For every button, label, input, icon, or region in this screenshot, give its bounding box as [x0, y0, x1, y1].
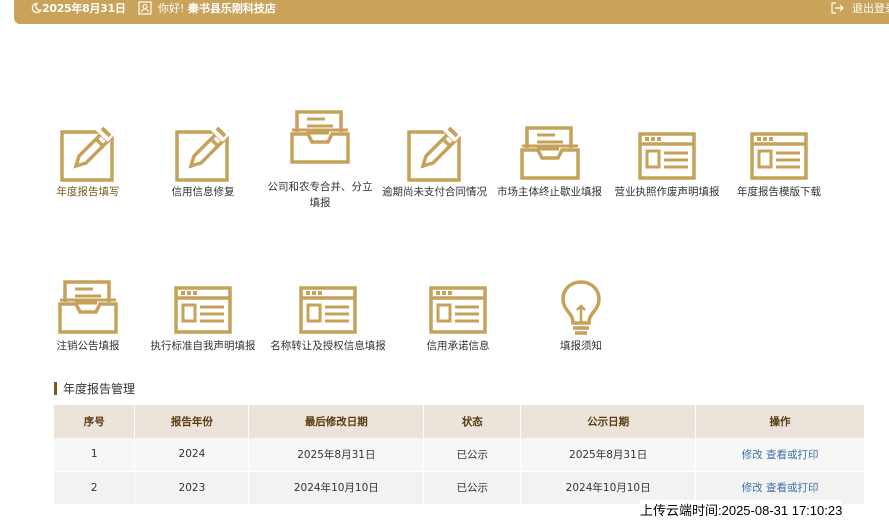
cell-actions: 修改 查看或打印 — [695, 438, 865, 472]
user-card-icon — [138, 1, 152, 15]
cell-no: 1 — [54, 438, 136, 472]
tile-annual-report[interactable]: 年度报告填写 — [38, 122, 138, 200]
tile-credit-repair[interactable]: 信用信息修复 — [153, 122, 253, 200]
tile-label: 年度报告模版下载 — [737, 186, 821, 198]
section-title-bar — [54, 382, 57, 395]
tile-label: 填报须知 — [560, 340, 602, 352]
form-window-icon — [750, 132, 808, 180]
edit-icon — [406, 122, 463, 182]
tile-label: 公司和农专合并、分立 — [267, 181, 373, 193]
logout-label: 退出登录 — [852, 2, 889, 15]
tile-label: 年度报告填写 — [56, 186, 120, 198]
cell-published: 2025年8月31日 — [520, 438, 697, 472]
col-header-published: 公示日期 — [520, 405, 697, 438]
inbox-icon — [58, 280, 118, 334]
cell-year: 2024 — [134, 438, 250, 472]
tile-cancellation-notice[interactable]: 注销公告填报 — [38, 276, 138, 354]
tile-label: 信用信息修复 — [171, 186, 235, 198]
edit-icon — [60, 122, 116, 182]
cell-status: 已公示 — [423, 438, 522, 472]
page: 2025年8月31日 你好! 秦书县乐刚科技店 退出登录 年度报告填写 信用信息… — [0, 0, 889, 521]
tile-label: 执行标准自我声明填报 — [150, 340, 256, 352]
upload-timestamp-overlay: 上传云端时间:2025-08-31 17:10:23 — [640, 500, 843, 519]
header-bar: 2025年8月31日 你好! 秦书县乐刚科技店 退出登录 — [14, 0, 889, 24]
tile-label: 营业执照作废声明填报 — [614, 186, 720, 198]
col-header-status: 状态 — [423, 405, 522, 438]
cell-modified: 2024年10月10日 — [248, 471, 425, 505]
tile-credit-commitment[interactable]: 信用承诺信息 — [408, 276, 508, 354]
cell-status: 已公示 — [423, 471, 522, 505]
tile-standard-declaration[interactable]: 执行标准自我声明填报 — [143, 276, 263, 354]
logout-button[interactable]: 退出登录 — [830, 0, 889, 16]
tile-label: 信用承诺信息 — [426, 340, 490, 352]
view-print-link[interactable]: 查看或打印 — [766, 449, 819, 461]
table-row: 1 2024 2025年8月31日 已公示 2025年8月31日 修改 查看或打… — [54, 438, 865, 472]
tile-label: 注销公告填报 — [56, 340, 120, 352]
header-date-text: 2025年8月31日 — [42, 2, 126, 15]
tile-label-line2: 填报 — [309, 197, 331, 209]
user-name: 秦书县乐刚科技店 — [187, 2, 276, 15]
tile-label: 名称转让及授权信息填报 — [270, 340, 386, 352]
tile-overdue-contracts[interactable]: 逾期尚未支付合同情况 — [377, 122, 492, 200]
edit-link[interactable]: 修改 — [742, 482, 763, 494]
col-header-year: 报告年份 — [134, 405, 250, 438]
annual-report-table: 序号 报告年份 最后修改日期 状态 公示日期 操作 1 2024 2025年8月… — [54, 405, 865, 505]
form-window-icon — [299, 286, 357, 334]
lightbulb-icon — [561, 280, 601, 335]
tile-label: 逾期尚未支付合同情况 — [382, 186, 487, 198]
section-title-text: 年度报告管理 — [63, 382, 136, 396]
view-print-link[interactable]: 查看或打印 — [766, 482, 819, 494]
col-header-actions: 操作 — [695, 405, 865, 438]
logout-icon — [831, 2, 844, 14]
cell-no: 2 — [54, 471, 136, 505]
tile-label: 市场主体终止歇业填报 — [497, 186, 602, 198]
col-header-no: 序号 — [54, 405, 136, 438]
form-window-icon — [174, 286, 232, 334]
tile-merger-split[interactable]: 公司和农专合并、分立 填报 — [255, 108, 385, 211]
edit-link[interactable]: 修改 — [742, 449, 763, 461]
section-title: 年度报告管理 — [54, 380, 135, 397]
tile-template-download[interactable]: 年度报告模版下载 — [724, 122, 834, 200]
tile-name-transfer[interactable]: 名称转让及授权信息填报 — [263, 276, 393, 354]
table-header-row: 序号 报告年份 最后修改日期 状态 公示日期 操作 — [54, 405, 865, 438]
inbox-icon — [290, 110, 350, 164]
edit-icon — [175, 122, 231, 182]
header-date: 2025年8月31日 — [30, 0, 126, 16]
tile-filing-notice[interactable]: 填报须知 — [531, 276, 631, 354]
cell-modified: 2025年8月31日 — [248, 438, 425, 472]
tile-market-termination[interactable]: 市场主体终止歇业填报 — [492, 122, 607, 200]
greeting-text: 你好! — [158, 2, 185, 15]
inbox-icon — [519, 126, 580, 180]
col-header-modified: 最后修改日期 — [248, 405, 425, 438]
form-window-icon — [429, 286, 487, 334]
cell-year: 2023 — [134, 471, 250, 505]
header-user: 你好! 秦书县乐刚科技店 — [138, 0, 276, 16]
moon-icon — [31, 2, 42, 14]
tile-license-void[interactable]: 营业执照作废声明填报 — [607, 122, 727, 200]
form-window-icon — [638, 132, 696, 180]
